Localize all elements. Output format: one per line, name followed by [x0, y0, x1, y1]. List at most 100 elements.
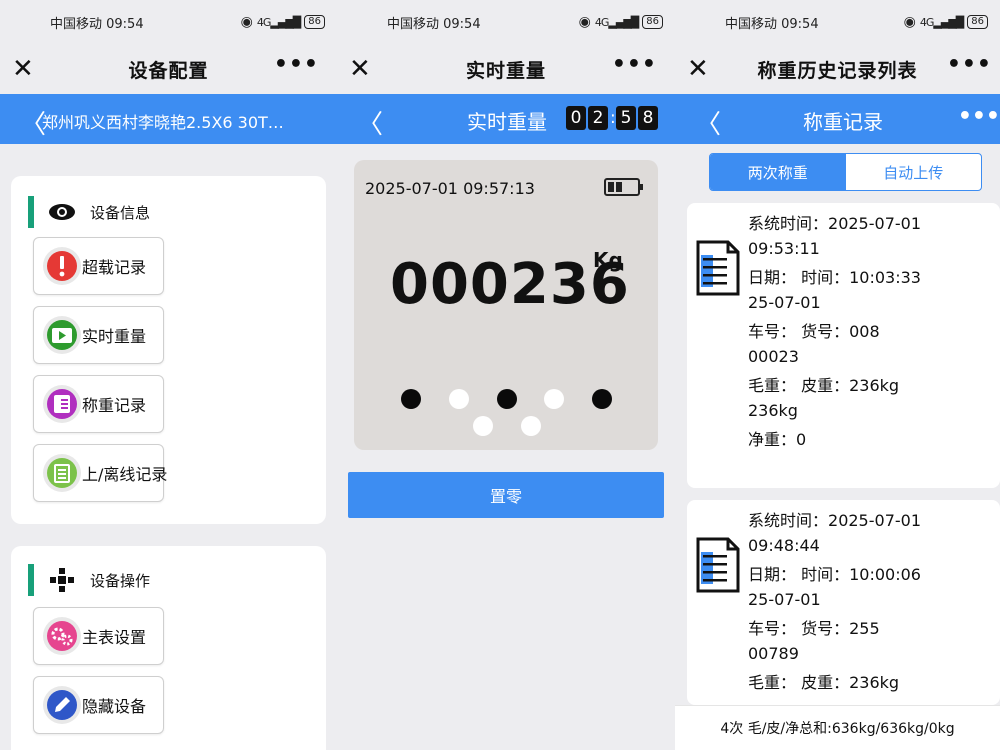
countdown-digit: 2 [588, 106, 608, 130]
status-bar: 中国移动 09:54 ◉ 4G▂▄▆█ 86 [0, 0, 337, 44]
record-details: 系统时间：2025-07-01 09:48:44 日期： 时间：10:00:06… [748, 508, 993, 699]
countdown-digit: 0 [566, 106, 586, 130]
hide-pencil-icon [42, 685, 82, 725]
main-meter-settings-button[interactable]: 主表设置 [33, 607, 164, 665]
more-icon[interactable]: ••• [274, 52, 319, 77]
indicator-dot [521, 416, 541, 436]
status-bar: 中国移动 09:54 ◉ 4G▂▄▆█ 86 [675, 0, 1000, 44]
header-title: 实时重量 [467, 110, 547, 134]
overload-record-button[interactable]: 超载记录 [33, 237, 164, 295]
eye-icon: ◉ [240, 14, 253, 30]
carrier-time: 中国移动 09:54 [725, 16, 819, 32]
system-time-label: 系统时间： [748, 511, 829, 530]
record-list-icon [42, 384, 82, 424]
section-title: 设备信息 [90, 203, 151, 222]
indicator-dot [497, 389, 517, 409]
more-icon[interactable]: ••• [958, 104, 1000, 129]
tab-auto-upload[interactable]: 自动上传 [846, 154, 982, 190]
countdown-separator: : [610, 108, 616, 128]
device-config-screen: 中国移动 09:54 ◉ 4G▂▄▆█ 86 ✕ 设备配置 ••• 〈 郑州巩义… [0, 0, 337, 750]
menu-label: 主表设置 [82, 628, 147, 647]
section-accent [28, 196, 34, 228]
timestamp: 2025-07-01 09:57:13 [365, 179, 535, 198]
net-weight: 净重：0 [748, 430, 807, 449]
document-icon [695, 239, 741, 301]
gamepad-icon [48, 567, 76, 593]
title-bar: ✕ 设备配置 ••• [0, 44, 337, 94]
record-type-tabs: 两次称重 自动上传 [709, 153, 982, 191]
scale-display: 2025-07-01 09:57:13 000236 Kg [354, 160, 658, 450]
date-value: 25-07-01 [748, 590, 821, 609]
countdown-digit: 5 [616, 106, 636, 130]
more-icon[interactable]: ••• [947, 52, 992, 77]
indicator-dot [592, 389, 612, 409]
signal-icon: 4G▂▄▆█ [256, 15, 301, 29]
realtime-tv-icon [42, 315, 82, 355]
date-time-line: 日期： 时间：10:00:06 [748, 565, 921, 584]
vehicle-value: 00023 [748, 347, 799, 366]
overload-alert-icon [42, 246, 82, 286]
vehicle-value: 00789 [748, 644, 799, 663]
weight-unit: Kg [593, 248, 623, 272]
online-log-icon [42, 453, 82, 493]
eye-icon: ◉ [903, 14, 916, 30]
settings-gear-icon [42, 616, 82, 656]
weighing-history-screen: 中国移动 09:54 ◉ 4G▂▄▆█ 86 ✕ 称重历史记录列表 ••• 〈 … [675, 0, 1000, 750]
signal-icon: 4G▂▄▆█ [594, 15, 639, 29]
countdown-timer: 0 2 : 5 8 [566, 106, 658, 130]
header-title: 称重记录 [803, 110, 883, 134]
section-title: 设备操作 [90, 571, 151, 590]
status-bar: 中国移动 09:54 ◉ 4G▂▄▆█ 86 [337, 0, 675, 44]
close-icon[interactable]: ✕ [687, 54, 709, 84]
back-icon[interactable]: 〈 [695, 104, 721, 141]
tab-two-weighings[interactable]: 两次称重 [710, 154, 846, 190]
menu-label: 称重记录 [82, 396, 147, 415]
realtime-weight-screen: 中国移动 09:54 ◉ 4G▂▄▆█ 86 ✕ 实时重量 ••• 〈 实时重量… [337, 0, 675, 750]
carrier-time: 中国移动 09:54 [50, 16, 144, 32]
menu-label: 上/离线记录 [82, 465, 168, 484]
gross-tare-line: 毛重： 皮重：236kg [748, 673, 900, 692]
close-icon[interactable]: ✕ [12, 54, 34, 84]
section-accent [28, 564, 34, 596]
vehicle-cargo-line: 车号： 货号：008 [748, 322, 880, 341]
device-info-card: 设备信息 超载记录 实时重量 称重记录 上/离线记录 [11, 176, 326, 524]
history-header-bar: 〈 称重记录 ••• [675, 94, 1000, 144]
title-bar: ✕ 称重历史记录列表 ••• [675, 44, 1000, 94]
menu-label: 超载记录 [82, 258, 147, 277]
device-operation-card: 设备操作 主表设置 隐藏设备 [11, 546, 326, 750]
summary-footer: 4次 毛/皮/净总和:636kg/636kg/0kg [675, 705, 1000, 750]
gross-tare-line: 毛重： 皮重：236kg [748, 376, 900, 395]
countdown-digit: 8 [638, 106, 658, 130]
date-time-line: 日期： 时间：10:03:33 [748, 268, 921, 287]
more-icon[interactable]: ••• [612, 52, 657, 77]
realtime-weight-button[interactable]: 实时重量 [33, 306, 164, 364]
record-card[interactable]: 系统时间：2025-07-01 09:53:11 日期： 时间：10:03:33… [687, 203, 1000, 488]
battery-icon: 86 [642, 15, 663, 29]
device-name: 郑州巩义西村李晓艳2.5X6 30T… [42, 113, 284, 132]
date-value: 25-07-01 [748, 293, 821, 312]
close-icon[interactable]: ✕ [349, 54, 371, 84]
vehicle-cargo-line: 车号： 货号：255 [748, 619, 880, 638]
online-log-button[interactable]: 上/离线记录 [33, 444, 168, 502]
record-details: 系统时间：2025-07-01 09:53:11 日期： 时间：10:03:33… [748, 211, 993, 456]
record-card[interactable]: 系统时间：2025-07-01 09:48:44 日期： 时间：10:00:06… [687, 500, 1000, 705]
indicator-dot [449, 389, 469, 409]
title-bar: ✕ 实时重量 ••• [337, 44, 675, 94]
system-time-label: 系统时间： [748, 214, 829, 233]
document-icon [695, 536, 741, 598]
back-icon[interactable]: 〈 [357, 104, 383, 141]
weight-header-bar: 〈 实时重量 0 2 : 5 8 [337, 94, 675, 144]
zero-button[interactable]: 置零 [348, 472, 664, 518]
menu-label: 隐藏设备 [82, 697, 147, 716]
eye-icon: ◉ [578, 14, 591, 30]
indicator-dot [544, 389, 564, 409]
signal-icon: 4G▂▄▆█ [919, 15, 964, 29]
battery-level-icon [604, 178, 643, 196]
carrier-time: 中国移动 09:54 [387, 16, 481, 32]
hide-device-button[interactable]: 隐藏设备 [33, 676, 164, 734]
weighing-record-button[interactable]: 称重记录 [33, 375, 164, 433]
battery-icon: 86 [967, 15, 988, 29]
eye-icon [48, 203, 76, 221]
battery-icon: 86 [304, 15, 325, 29]
indicator-dot [401, 389, 421, 409]
